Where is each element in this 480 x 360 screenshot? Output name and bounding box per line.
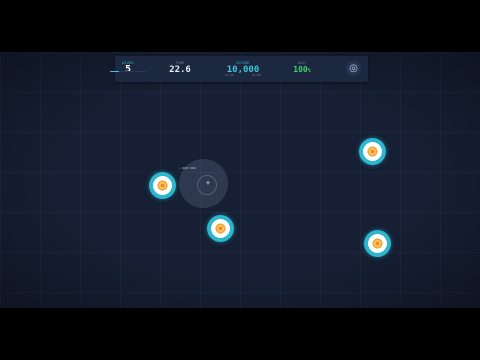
score-display: SCORE 10,000	[221, 56, 265, 82]
arena-vignette	[0, 52, 480, 308]
score-sub-left: 12,345	[225, 74, 235, 77]
score-progress-bar	[110, 71, 146, 72]
level-display: LEVEL 5	[119, 56, 137, 82]
crosshair-icon: +	[205, 179, 211, 187]
accuracy-value: 100%	[285, 65, 319, 76]
time-display: TIME 22.6	[163, 56, 197, 82]
time-value: 22.6	[169, 65, 191, 75]
settings-button[interactable]: ◎	[346, 61, 361, 76]
accuracy-number: 100	[293, 65, 308, 74]
cursor-label: • 000 000	[179, 166, 196, 170]
accuracy-unit: %	[307, 68, 311, 74]
score-progress-fill	[110, 71, 119, 72]
score-sub-right: 40,000	[252, 74, 262, 77]
level-value: 5	[124, 64, 132, 75]
target-4[interactable]	[364, 230, 391, 257]
target-settings-icon: ◎	[349, 63, 358, 74]
accuracy-display: ACC 100%	[285, 56, 319, 82]
game-arena[interactable]	[0, 52, 480, 308]
hud-panel: LEVEL 5 TIME 22.6 SCORE 10,000 ACC 100% …	[115, 56, 368, 82]
target-3[interactable]	[359, 138, 386, 165]
target-2[interactable]	[207, 215, 234, 242]
target-1[interactable]	[149, 172, 176, 199]
